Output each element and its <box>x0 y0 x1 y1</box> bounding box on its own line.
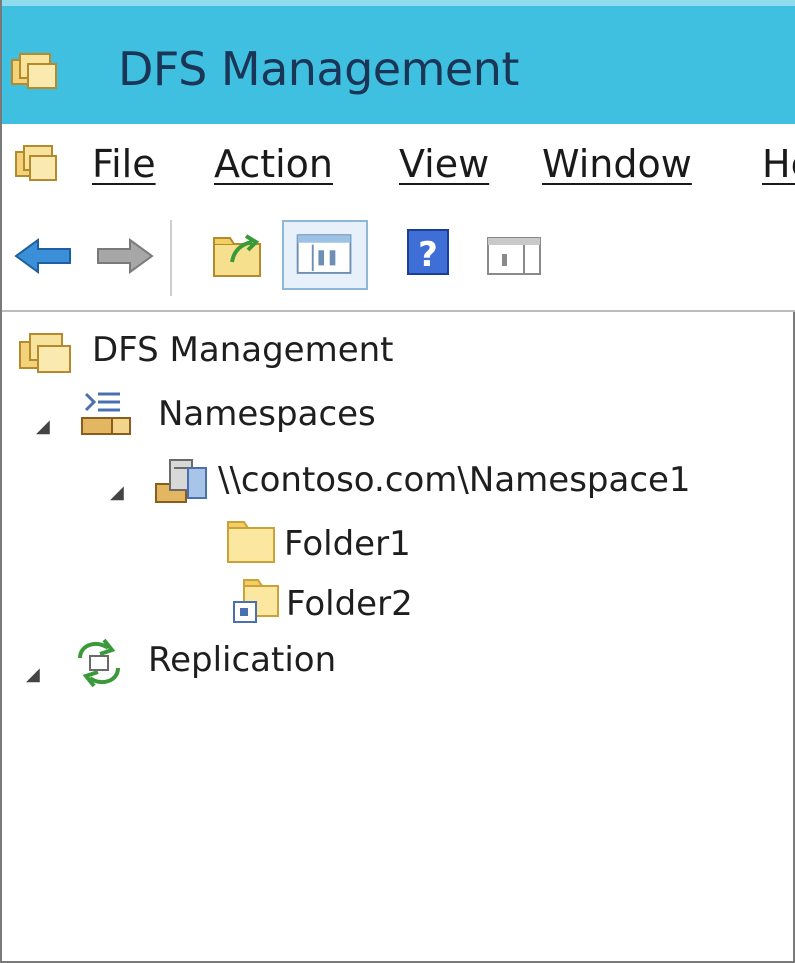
namespaces-icon <box>81 392 131 435</box>
tree-node-dfs-management[interactable]: DFS Management <box>2 312 462 382</box>
tree-node-replication[interactable]: ◢ Replication <box>2 626 422 692</box>
tree-label: \\contoso.com\Namespace1 <box>218 460 691 500</box>
toolbar: ? <box>2 204 795 312</box>
menu-view[interactable]: View <box>399 142 489 186</box>
tree-label: Replication <box>148 640 337 680</box>
tree-node-namespace1[interactable]: ◢ \\contoso.com\Namespace1 <box>2 446 793 510</box>
tree-node-namespaces[interactable]: ◢ Namespaces <box>2 382 422 446</box>
namespace-server-icon <box>155 459 207 503</box>
mmc-document-icon[interactable] <box>12 140 60 184</box>
tree-label: DFS Management <box>92 330 394 370</box>
expand-arrow-icon[interactable]: ◢ <box>26 664 40 685</box>
expand-arrow-icon[interactable]: ◢ <box>110 482 124 503</box>
expand-arrow-icon[interactable]: ◢ <box>36 416 50 437</box>
tree-node-folder1[interactable]: Folder1 <box>2 510 432 568</box>
replication-icon <box>78 638 120 688</box>
menu-file[interactable]: File <box>92 142 156 186</box>
help-icon[interactable]: ? <box>404 226 456 280</box>
tree-label: Folder2 <box>286 584 413 624</box>
show-hide-console-tree-icon <box>296 234 352 274</box>
folder-icon <box>227 521 275 563</box>
menu-window[interactable]: Window <box>542 142 692 186</box>
tree-node-folder2[interactable]: Folder2 <box>2 568 432 626</box>
toolbar-separator <box>170 220 172 296</box>
dfs-management-icon <box>19 333 71 373</box>
menu-action[interactable]: Action <box>214 142 333 186</box>
menu-help[interactable]: Help <box>762 142 795 186</box>
menu-bar: File Action View Window Help <box>2 124 795 205</box>
tree-label: Folder1 <box>284 524 411 564</box>
up-folder-icon[interactable] <box>210 226 268 282</box>
show-hide-console-tree-button[interactable] <box>282 220 368 290</box>
dfs-management-icon <box>11 53 57 89</box>
show-action-pane-icon[interactable] <box>484 232 544 280</box>
svg-text:?: ? <box>418 235 438 275</box>
dfs-management-window: DFS Management File Action View Window H… <box>0 0 795 963</box>
title-bar: DFS Management <box>2 0 795 124</box>
window-title: DFS Management <box>118 42 519 96</box>
forward-arrow-icon[interactable] <box>94 236 156 276</box>
console-tree: DFS Management ◢ Namespaces ◢ \\contoso.… <box>2 312 793 957</box>
back-arrow-icon[interactable] <box>12 236 76 276</box>
tree-label: Namespaces <box>158 394 376 434</box>
folder-with-targets-icon <box>233 579 279 623</box>
